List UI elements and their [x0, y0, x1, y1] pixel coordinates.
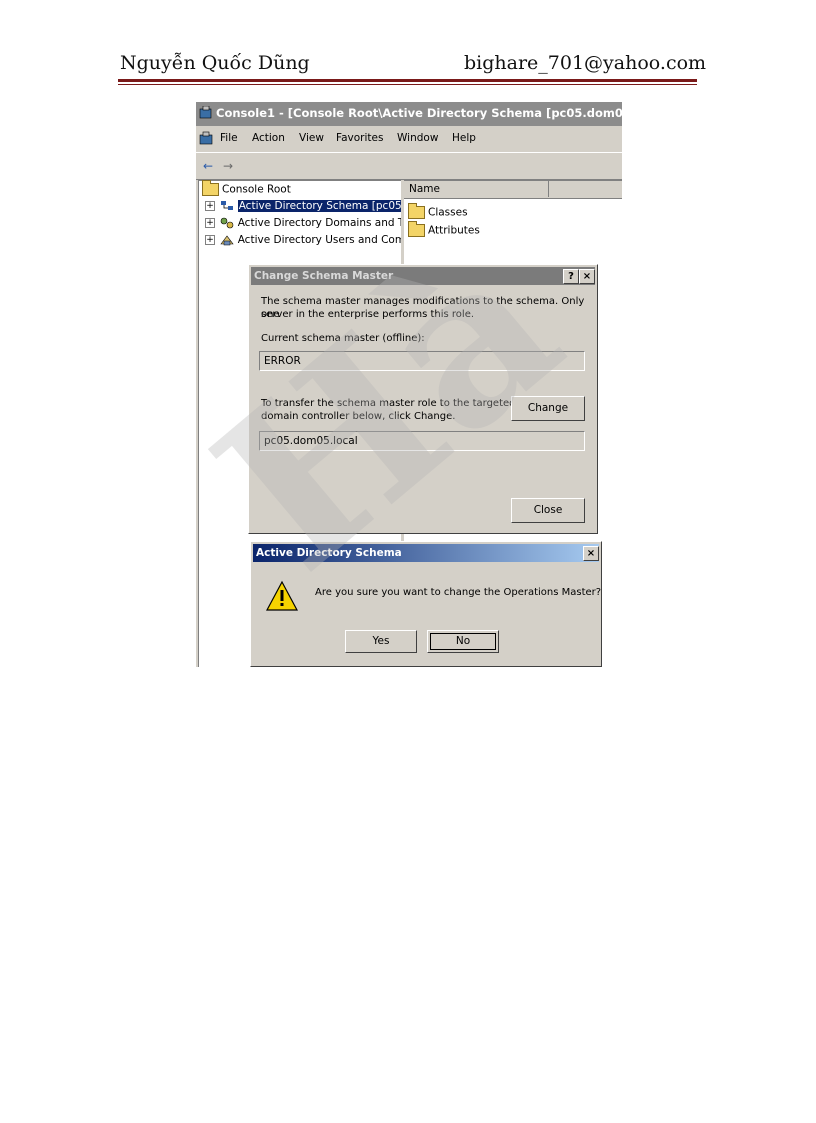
menu-bar: File Action View Favorites Window Help [196, 126, 622, 152]
current-master-field: ERROR [259, 351, 585, 371]
column-name[interactable]: Name [404, 181, 549, 197]
expand-plus-icon[interactable]: + [205, 201, 215, 211]
folder-icon [408, 203, 425, 219]
list-item-attributes[interactable]: Attributes [408, 221, 480, 237]
folder-icon [202, 180, 219, 196]
close-icon[interactable]: × [579, 269, 595, 284]
confirm-dialog: Active Directory Schema × Are you sure y… [250, 541, 602, 667]
schema-snapin-icon [221, 201, 234, 210]
current-master-label: Current schema master (offline): [261, 333, 425, 344]
header-rule [118, 79, 697, 82]
tree-item-label: Active Directory Users and Comp [237, 234, 412, 246]
list-item-label: Attributes [428, 224, 480, 237]
transfer-instruction-line1: To transfer the schema master role to th… [261, 398, 516, 409]
domains-trusts-icon [221, 217, 234, 229]
folder-icon [408, 221, 425, 237]
tree-item-ad-domains[interactable]: + Active Directory Domains and Tru [205, 217, 414, 229]
header-author: Nguyễn Quốc Dũng [120, 52, 310, 74]
change-button[interactable]: Change [511, 396, 585, 421]
menu-window[interactable]: Window [397, 132, 438, 144]
tree-item-console-root[interactable]: Console Root [202, 180, 291, 196]
dialog-description-line2: server in the enterprise performs this r… [261, 309, 475, 320]
menu-view[interactable]: View [299, 132, 324, 144]
toolbar: ← → ? [196, 152, 622, 223]
list-item-label: Classes [428, 206, 468, 219]
forward-arrow-icon[interactable]: → [220, 158, 236, 174]
expand-plus-icon[interactable]: + [205, 218, 215, 228]
menu-file[interactable]: File [220, 132, 238, 144]
close-button[interactable]: Close [511, 498, 585, 523]
no-button[interactable]: No [427, 630, 499, 653]
list-column-header[interactable]: Name [404, 181, 622, 199]
mmc-window-title: Console1 - [Console Root\Active Director… [216, 106, 622, 120]
target-dc-field: pc05.dom05.local [259, 431, 585, 451]
list-item-classes[interactable]: Classes [408, 203, 468, 219]
mmc-screenshot: Console1 - [Console Root\Active Director… [196, 102, 622, 667]
menu-favorites[interactable]: Favorites [336, 132, 383, 144]
warning-icon [265, 580, 299, 611]
confirm-question: Are you sure you want to change the Oper… [315, 587, 602, 598]
users-computers-icon [220, 235, 234, 246]
tree-item-ad-schema[interactable]: + Active Directory Schema [pc05.do [205, 200, 420, 212]
dialog-titlebar: Change Schema Master ? × [251, 267, 595, 285]
menu-action[interactable]: Action [252, 132, 285, 144]
header-email: bighare_701@yahoo.com [464, 52, 707, 74]
change-schema-master-dialog: Change Schema Master ? × The schema mast… [248, 264, 598, 534]
mmc-console-icon [199, 106, 212, 119]
tree-item-label: Console Root [222, 183, 291, 196]
tree-item-label: Active Directory Schema [pc05.do [237, 200, 420, 212]
confirm-titlebar: Active Directory Schema × [253, 544, 599, 562]
close-icon[interactable]: × [583, 546, 599, 561]
back-arrow-icon[interactable]: ← [200, 158, 216, 174]
help-button[interactable]: ? [563, 269, 579, 284]
expand-plus-icon[interactable]: + [205, 235, 215, 245]
menu-help[interactable]: Help [452, 132, 476, 144]
yes-button[interactable]: Yes [345, 630, 417, 653]
dialog-title: Change Schema Master [254, 270, 394, 282]
header-rule-thin [118, 84, 697, 85]
mmc-titlebar: Console1 - [Console Root\Active Director… [196, 102, 622, 126]
tree-item-label: Active Directory Domains and Tru [237, 217, 414, 229]
confirm-title: Active Directory Schema [256, 547, 402, 559]
tree-item-ad-users[interactable]: + Active Directory Users and Comp [205, 234, 412, 246]
transfer-instruction-line2: domain controller below, click Change. [261, 411, 456, 422]
console-menu-icon[interactable] [199, 131, 214, 146]
